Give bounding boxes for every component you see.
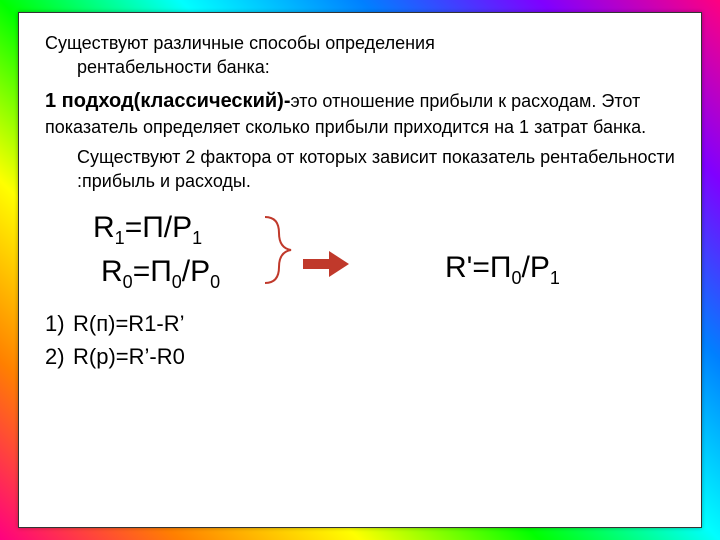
formula-rprime: R'=П0/Р1 xyxy=(445,251,560,289)
list-item: 2) R(р)=R’-R0 xyxy=(45,340,675,373)
arrow-right-icon xyxy=(301,251,349,277)
formula-list: 1) R(п)=R1-R’ 2) R(р)=R’-R0 xyxy=(45,307,675,373)
decorative-frame: Существуют различные способы определения… xyxy=(0,0,720,540)
factors-text: Существуют 2 фактора от которых зависит … xyxy=(45,145,675,194)
list-text: R(п)=R1-R’ xyxy=(73,307,185,340)
formula-r0: R0=П0/Р0 xyxy=(101,255,675,293)
approach-text: 1 подход(классический)-это отношение при… xyxy=(45,88,675,139)
list-item: 1) R(п)=R1-R’ xyxy=(45,307,675,340)
intro-line1: Существуют различные способы определения xyxy=(45,33,435,53)
list-number: 1) xyxy=(45,307,73,340)
formulas-block: R1=П/Р1 R0=П0/Р0 R'=П0/Р1 xyxy=(45,211,675,293)
list-text: R(р)=R’-R0 xyxy=(73,340,185,373)
list-number: 2) xyxy=(45,340,73,373)
formula-r1: R1=П/Р1 xyxy=(93,211,675,249)
intro-text: Существуют различные способы определения… xyxy=(45,31,675,80)
slide-content: Существуют различные способы определения… xyxy=(18,12,702,528)
intro-line2: рентабельности банка: xyxy=(45,57,270,77)
approach-bold: 1 подход(классический)- xyxy=(45,90,290,112)
